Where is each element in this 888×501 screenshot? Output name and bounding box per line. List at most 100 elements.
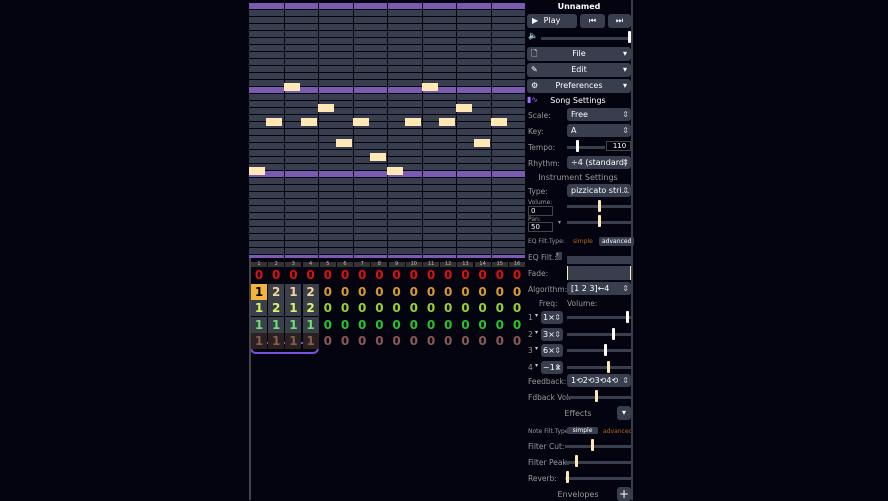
pattern-cell[interactable]: 1 <box>251 300 267 316</box>
pattern-cell[interactable]: 0 <box>492 284 508 300</box>
pattern-cell[interactable]: 0 <box>268 267 284 283</box>
pan-input[interactable]: 50 <box>528 222 553 232</box>
pattern-cell[interactable]: 0 <box>371 317 387 333</box>
pattern-cell[interactable]: 0 <box>320 300 336 316</box>
pattern-cell[interactable]: 0 <box>423 284 439 300</box>
pattern-cell[interactable]: 0 <box>492 267 508 283</box>
pattern-cell[interactable]: 0 <box>475 284 491 300</box>
note[interactable] <box>491 118 507 126</box>
pattern-cell[interactable]: 0 <box>354 267 370 283</box>
pattern-editor[interactable]: 1 2 3 4 5 6 7 8 9 10 11 12 13 14 15 16 0 0 0 0 0 0 0 0 0 0 0 0 0 0 0 0 1… <box>249 260 525 354</box>
pattern-cell[interactable]: 0 <box>389 317 405 333</box>
prev-bar-button[interactable]: ⏮ <box>580 14 605 28</box>
pattern-cell[interactable]: 0 <box>423 267 439 283</box>
reverb-handle[interactable] <box>566 471 569 483</box>
pattern-cell[interactable]: 0 <box>509 267 525 283</box>
pattern-cell[interactable]: 0 <box>354 300 370 316</box>
operator-volume-handle[interactable] <box>604 344 608 356</box>
pattern-cell[interactable]: 2 <box>302 300 319 316</box>
note[interactable] <box>336 139 352 147</box>
pattern-cell[interactable]: 0 <box>285 267 301 283</box>
reverb-slider[interactable] <box>565 477 631 480</box>
pattern-cell[interactable]: 0 <box>354 284 370 300</box>
pattern-cell[interactable]: 0 <box>475 267 491 283</box>
pattern-cell[interactable]: 1 <box>251 333 267 349</box>
pattern-cell[interactable]: 0 <box>423 333 439 349</box>
piano-roll[interactable] <box>249 0 525 258</box>
file-menu[interactable]: 🗋 File ▾ <box>527 47 631 61</box>
pattern-cell[interactable]: 0 <box>337 300 353 316</box>
scale-select[interactable]: Free <box>567 108 631 121</box>
pattern-cell[interactable]: 0 <box>440 300 456 316</box>
next-bar-button[interactable]: ⏭ <box>608 14 631 28</box>
note[interactable] <box>474 139 490 147</box>
pattern-cell[interactable]: 0 <box>440 333 456 349</box>
note[interactable] <box>370 153 386 161</box>
note[interactable] <box>439 118 455 126</box>
operator-frequency-select[interactable]: ~1× <box>541 360 563 374</box>
pattern-cell[interactable]: 2 <box>268 300 285 316</box>
operator-frequency-select[interactable]: 6× <box>541 344 563 357</box>
eq-filter-editor[interactable] <box>567 256 631 264</box>
pattern-cell[interactable]: 0 <box>337 284 353 300</box>
pan-dropdown[interactable]: ▾ <box>558 219 561 226</box>
pattern-cell[interactable]: 0 <box>320 317 336 333</box>
feedback-volume-handle[interactable] <box>595 390 598 402</box>
operator-volume-slider[interactable] <box>567 365 631 369</box>
pattern-cell[interactable]: 0 <box>389 333 405 349</box>
pattern-cell[interactable]: 0 <box>406 267 422 283</box>
pattern-cell[interactable]: 0 <box>406 333 422 349</box>
pattern-cell[interactable]: 0 <box>406 317 422 333</box>
pattern-cell[interactable]: 0 <box>354 317 370 333</box>
pattern-cell[interactable]: 0 <box>303 267 319 283</box>
pattern-cell[interactable]: 0 <box>320 267 336 283</box>
pattern-cell[interactable]: 0 <box>492 317 508 333</box>
pattern-cell[interactable]: 0 <box>492 300 508 316</box>
tempo-input[interactable]: 110 <box>606 141 631 151</box>
pattern-cell[interactable]: 0 <box>320 333 336 349</box>
rhythm-select[interactable]: ÷4 (standard) <box>567 156 631 169</box>
pattern-cell[interactable]: 0 <box>457 300 473 316</box>
pan-handle[interactable] <box>598 215 601 227</box>
note-filter-simple-tab[interactable]: simple <box>567 427 598 434</box>
note[interactable] <box>249 167 265 175</box>
operator-waveform-dropdown[interactable]: ▾ <box>535 345 538 352</box>
pattern-cell[interactable]: 1 <box>268 316 285 333</box>
pattern-cell[interactable]: 1 <box>268 333 285 349</box>
pattern-cell[interactable]: 1 <box>302 316 319 333</box>
filter-cut-handle[interactable] <box>591 439 594 451</box>
operator-waveform-dropdown[interactable]: ▾ <box>535 362 538 369</box>
feedback-volume-slider[interactable] <box>565 396 631 399</box>
pattern-cell[interactable]: 0 <box>406 284 422 300</box>
note[interactable] <box>266 118 282 126</box>
eq-filter-dropdown[interactable]: ▾ <box>556 252 562 260</box>
pattern-cell[interactable]: 1 <box>251 283 267 300</box>
operator-volume-slider[interactable] <box>567 332 631 336</box>
pattern-cell[interactable]: 1 <box>285 283 302 300</box>
add-envelope-button[interactable]: + <box>617 487 631 501</box>
pattern-cell[interactable]: 2 <box>268 283 285 300</box>
pattern-cell[interactable]: 0 <box>371 333 387 349</box>
note[interactable] <box>318 104 334 112</box>
operator-frequency-select[interactable]: 1× <box>541 311 563 324</box>
pattern-cell[interactable]: 0 <box>509 284 525 300</box>
pattern-cell[interactable]: 0 <box>457 317 473 333</box>
note[interactable] <box>387 167 403 175</box>
operator-volume-slider[interactable] <box>567 349 631 352</box>
instrument-volume-handle[interactable] <box>598 200 601 212</box>
operator-volume-handle[interactable] <box>625 311 629 323</box>
algorithm-select[interactable]: [1 2 3]←4 <box>567 282 631 295</box>
song-title[interactable]: Unnamed <box>525 2 633 11</box>
pattern-cell[interactable]: 1 <box>285 333 302 349</box>
pattern-cell[interactable]: 0 <box>509 300 525 316</box>
operator-frequency-select[interactable]: 3× <box>541 327 563 341</box>
volume-input[interactable]: 0 <box>528 206 553 216</box>
pattern-cell[interactable]: 0 <box>406 300 422 316</box>
pattern-cell[interactable]: 1 <box>251 316 267 333</box>
pattern-cell[interactable]: 1 <box>285 316 302 333</box>
operator-volume-handle[interactable] <box>611 327 615 340</box>
pattern-cell[interactable]: 2 <box>302 283 319 300</box>
pattern-cell[interactable]: 0 <box>423 300 439 316</box>
pattern-cell[interactable]: 0 <box>509 317 525 333</box>
note[interactable] <box>456 104 472 112</box>
